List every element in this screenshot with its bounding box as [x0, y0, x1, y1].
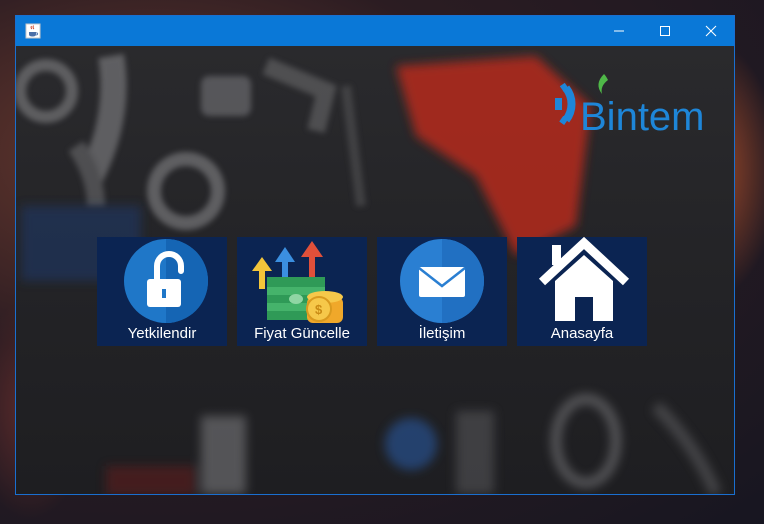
- tile-label: Yetkilendir: [127, 325, 197, 342]
- title-bar[interactable]: [16, 16, 734, 46]
- money-stack-arrows-icon: $: [252, 241, 343, 323]
- tile-label: İletişim: [418, 325, 466, 342]
- tile-anasayfa[interactable]: Anasayfa: [517, 237, 647, 346]
- minimize-button[interactable]: [596, 16, 642, 46]
- home-icon: [538, 237, 630, 321]
- content-area: Bintem Yetkilendir $ Fiyat Güncelle İlet…: [16, 46, 734, 494]
- unlock-padlock-icon: [124, 239, 208, 323]
- svg-text:$: $: [315, 302, 323, 317]
- envelope-icon: [400, 239, 484, 323]
- close-icon: [705, 25, 717, 37]
- bintem-logo: Bintem: [555, 74, 705, 138]
- tile-label: Fiyat Güncelle: [254, 325, 350, 342]
- tile-yetkilendir[interactable]: Yetkilendir: [97, 237, 227, 346]
- java-cup-icon[interactable]: [25, 23, 41, 39]
- app-window: Bintem Yetkilendir $ Fiyat Güncelle İlet…: [15, 15, 735, 495]
- tile-label: Anasayfa: [550, 325, 614, 342]
- close-button[interactable]: [688, 16, 734, 46]
- maximize-button[interactable]: [642, 16, 688, 46]
- tile-fiyat-guncelle[interactable]: $ Fiyat Güncelle: [237, 237, 367, 346]
- maximize-icon: [660, 26, 670, 36]
- logo-text: Bintem: [580, 95, 705, 138]
- minimize-icon: [614, 30, 624, 32]
- tile-iletisim[interactable]: İletişim: [377, 237, 507, 346]
